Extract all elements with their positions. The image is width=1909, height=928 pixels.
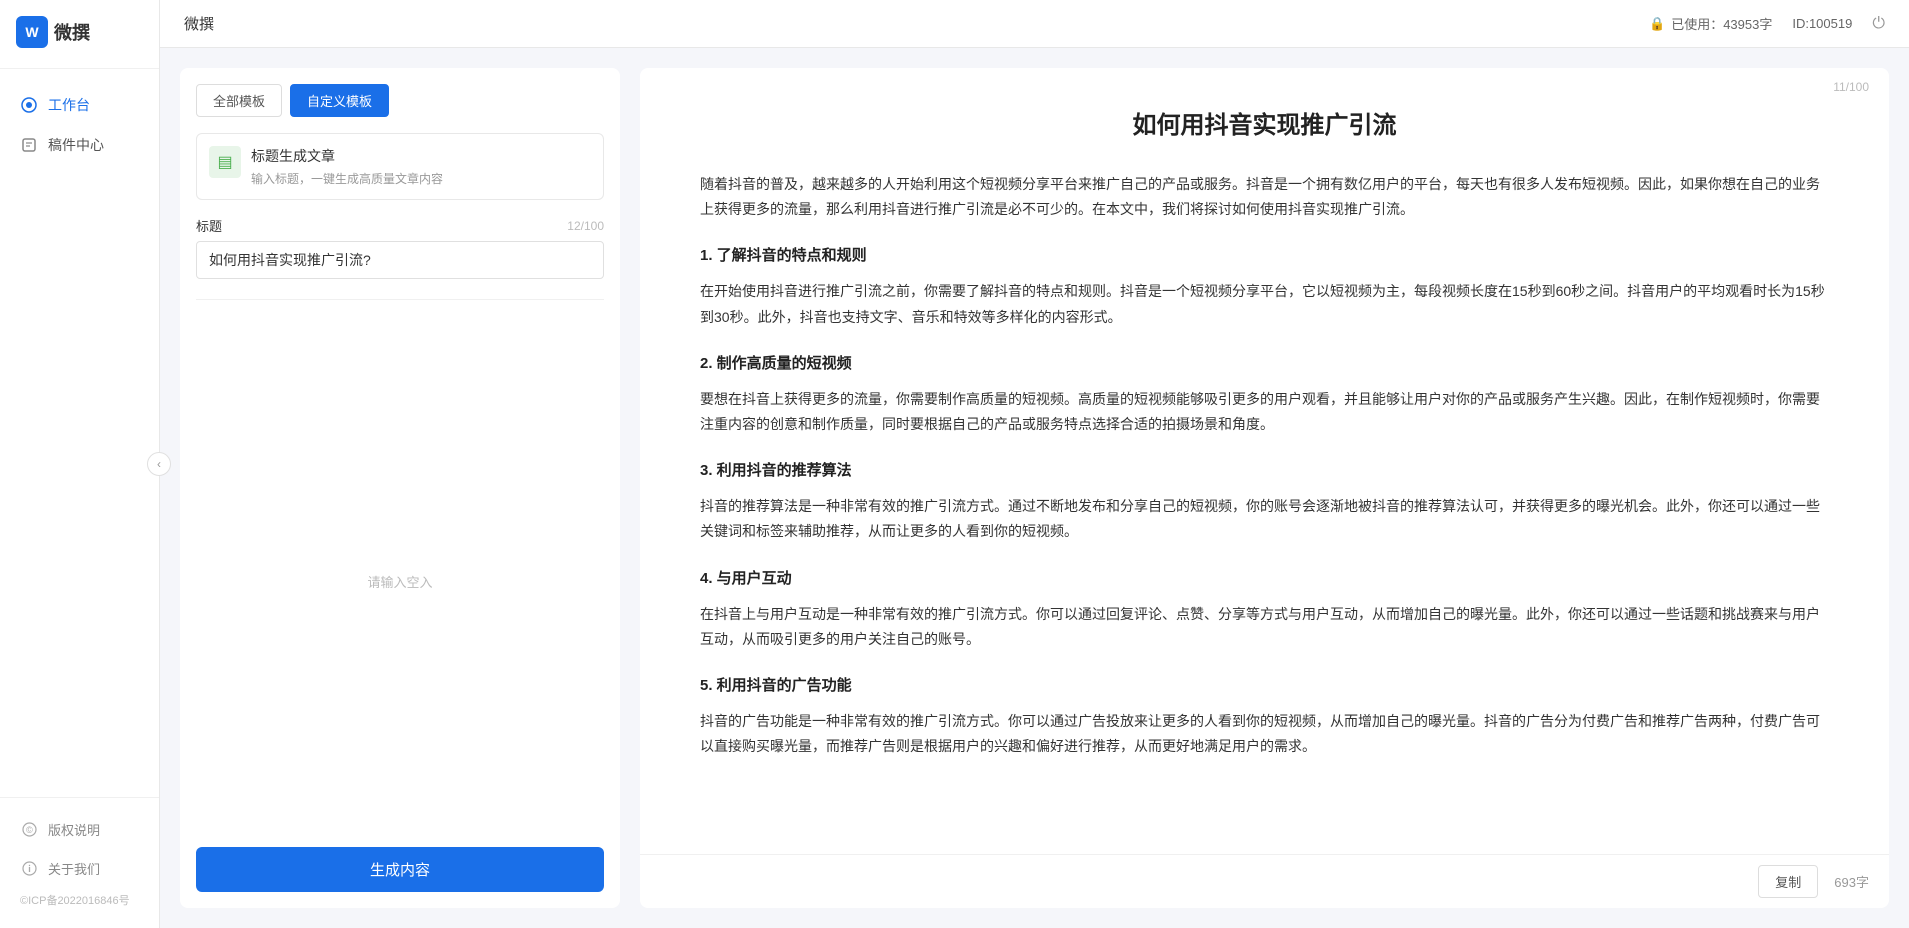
main-area: 微撰 🔒 已使用：43953字 ID:100519 ⏻ 全部模板 自定义模板 ▤… (160, 0, 1909, 928)
word-count: 693字 (1834, 872, 1869, 891)
topbar-right: 🔒 已使用：43953字 ID:100519 ⏻ (1649, 14, 1885, 33)
placeholder-area: 请输入空入 (196, 299, 604, 847)
right-panel: 11/100 如何用抖音实现推广引流 随着抖音的普及，越来越多的人开始利用这个短… (640, 68, 1889, 908)
intro-para: 随着抖音的普及，越来越多的人开始利用这个短视频分享平台来推广自己的产品或服务。抖… (700, 172, 1829, 222)
drafts-icon (20, 136, 38, 154)
template-card-icon: ▤ (209, 146, 241, 178)
sidebar: W 微撰 工作台 稿件中心 ‹ (0, 0, 160, 928)
page-number: 11/100 (1833, 80, 1869, 94)
title-input[interactable] (196, 241, 604, 279)
template-card-info: 标题生成文章 输入标题，一键生成高质量文章内容 (251, 146, 591, 187)
nav-section: 工作台 稿件中心 (0, 69, 159, 797)
content-area: 全部模板 自定义模板 ▤ 标题生成文章 输入标题，一键生成高质量文章内容 标题 … (160, 48, 1909, 928)
template-card-title: 标题生成文章 (251, 146, 591, 166)
article-container[interactable]: 11/100 如何用抖音实现推广引流 随着抖音的普及，越来越多的人开始利用这个短… (640, 68, 1889, 854)
usage-icon: 🔒 (1649, 16, 1665, 32)
logo-icon: W (16, 16, 48, 48)
sidebar-item-about-label: 关于我们 (48, 859, 100, 878)
collapse-button[interactable]: ‹ (147, 452, 171, 476)
template-card-desc: 输入标题，一键生成高质量文章内容 (251, 170, 591, 187)
para-2: 要想在抖音上获得更多的流量，你需要制作高质量的短视频。高质量的短视频能够吸引更多… (700, 387, 1829, 437)
workspace-icon (20, 96, 38, 114)
heading-5: 5. 利用抖音的广告功能 (700, 672, 1829, 699)
tab-row: 全部模板 自定义模板 (196, 84, 604, 117)
sidebar-item-workspace[interactable]: 工作台 (0, 85, 159, 125)
left-panel: 全部模板 自定义模板 ▤ 标题生成文章 输入标题，一键生成高质量文章内容 标题 … (180, 68, 620, 908)
title-form-label: 标题 12/100 (196, 216, 604, 235)
para-5: 抖音的广告功能是一种非常有效的推广引流方式。你可以通过广告投放来让更多的人看到你… (700, 709, 1829, 759)
usage-info: 🔒 已使用：43953字 (1649, 14, 1772, 33)
sidebar-item-workspace-label: 工作台 (48, 95, 90, 115)
title-label-text: 标题 (196, 216, 222, 235)
title-char-count: 12/100 (567, 219, 604, 233)
topbar: 微撰 🔒 已使用：43953字 ID:100519 ⏻ (160, 0, 1909, 48)
sidebar-item-copyright[interactable]: © 版权说明 (0, 810, 159, 849)
tab-custom-templates[interactable]: 自定义模板 (290, 84, 389, 117)
copyright-icon: © (20, 821, 38, 839)
sidebar-item-about[interactable]: 关于我们 (0, 849, 159, 888)
topbar-title: 微撰 (184, 13, 214, 34)
sidebar-item-copyright-label: 版权说明 (48, 820, 100, 839)
logo-text: 微撰 (54, 19, 90, 45)
generate-button[interactable]: 生成内容 (196, 847, 604, 892)
logo-area: W 微撰 (0, 0, 159, 69)
article-footer: 复制 693字 (640, 854, 1889, 908)
copy-button[interactable]: 复制 (1758, 865, 1818, 898)
para-3: 抖音的推荐算法是一种非常有效的推广引流方式。通过不断地发布和分享自己的短视频，你… (700, 494, 1829, 544)
tab-all-templates[interactable]: 全部模板 (196, 84, 282, 117)
sidebar-item-drafts-label: 稿件中心 (48, 135, 104, 155)
template-card[interactable]: ▤ 标题生成文章 输入标题，一键生成高质量文章内容 (196, 133, 604, 200)
heading-1: 1. 了解抖音的特点和规则 (700, 242, 1829, 269)
article-title: 如何用抖音实现推广引流 (700, 108, 1829, 144)
power-icon[interactable]: ⏻ (1872, 15, 1885, 33)
heading-4: 4. 与用户互动 (700, 565, 1829, 592)
placeholder-text: 请输入空入 (367, 572, 432, 591)
about-icon (20, 860, 38, 878)
icp-text: ©ICP备2022016846号 (0, 888, 159, 916)
svg-text:©: © (26, 825, 33, 835)
usage-label: 已使用：43953字 (1671, 14, 1772, 33)
heading-3: 3. 利用抖音的推荐算法 (700, 457, 1829, 484)
para-1: 在开始使用抖音进行推广引流之前，你需要了解抖音的特点和规则。抖音是一个短视频分享… (700, 279, 1829, 329)
heading-2: 2. 制作高质量的短视频 (700, 350, 1829, 377)
sidebar-item-drafts[interactable]: 稿件中心 (0, 125, 159, 165)
bottom-nav: © 版权说明 关于我们 ©ICP备2022016846号 (0, 797, 159, 928)
article-body: 随着抖音的普及，越来越多的人开始利用这个短视频分享平台来推广自己的产品或服务。抖… (700, 172, 1829, 759)
para-4: 在抖音上与用户互动是一种非常有效的推广引流方式。你可以通过回复评论、点赞、分享等… (700, 602, 1829, 652)
id-info: ID:100519 (1792, 16, 1852, 31)
